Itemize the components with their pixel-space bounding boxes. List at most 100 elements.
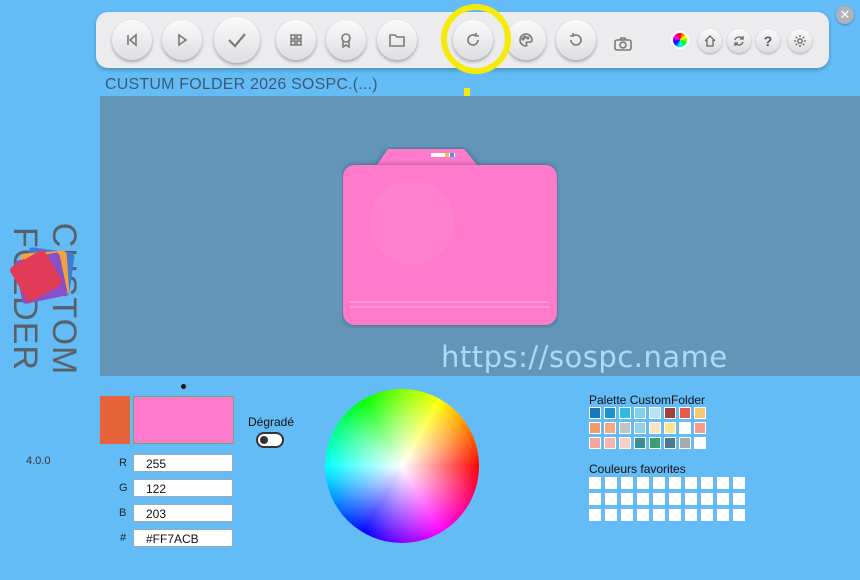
home-button[interactable]	[698, 29, 722, 53]
favorite-swatch[interactable]	[717, 493, 729, 505]
palette-icon	[519, 33, 533, 47]
refresh-button[interactable]	[727, 29, 751, 53]
gradient-label: Dégradé	[248, 415, 295, 429]
help-button[interactable]: ?	[756, 29, 780, 53]
g-label: G	[119, 482, 128, 494]
favorite-swatch[interactable]	[605, 477, 617, 489]
settings-button[interactable]	[788, 29, 812, 53]
palette-swatch[interactable]	[589, 422, 601, 434]
palette-grid	[589, 407, 717, 451]
favorite-swatch[interactable]	[733, 509, 745, 521]
gear-icon	[794, 35, 806, 47]
palette-swatch[interactable]	[604, 422, 616, 434]
palette-swatch[interactable]	[619, 422, 631, 434]
selection-dot	[181, 384, 186, 389]
palette-swatch[interactable]	[649, 437, 661, 449]
version-label: 4.0.0	[26, 455, 51, 467]
favorite-swatch[interactable]	[685, 477, 697, 489]
favorite-swatch[interactable]	[733, 477, 745, 489]
favorite-swatch[interactable]	[669, 509, 681, 521]
palette-swatch[interactable]	[664, 422, 676, 434]
folder-icon	[389, 34, 405, 47]
help-icon: ?	[763, 33, 773, 49]
camera-icon	[614, 36, 632, 51]
palette-swatch[interactable]	[694, 422, 706, 434]
b-input[interactable]: 203	[133, 504, 233, 522]
palette-swatch[interactable]	[649, 407, 661, 419]
favorite-swatch[interactable]	[701, 477, 713, 489]
favorite-swatch[interactable]	[669, 477, 681, 489]
palette-swatch[interactable]	[664, 437, 676, 449]
play-button[interactable]	[162, 20, 202, 60]
favorite-swatch[interactable]	[669, 493, 681, 505]
palette-swatch[interactable]	[664, 407, 676, 419]
old-color-swatch[interactable]	[100, 396, 130, 444]
palette-swatch[interactable]	[649, 422, 661, 434]
palette-swatch[interactable]	[634, 422, 646, 434]
palette-swatch[interactable]	[694, 437, 706, 449]
favorite-swatch[interactable]	[653, 477, 665, 489]
apply-button[interactable]	[214, 17, 260, 63]
palette-swatch[interactable]	[679, 422, 691, 434]
favorite-swatch[interactable]	[701, 493, 713, 505]
undo-icon	[570, 33, 582, 46]
hex-label: #	[120, 532, 127, 544]
palette-swatch[interactable]	[604, 407, 616, 419]
gradient-toggle[interactable]	[256, 432, 284, 448]
palette-swatch[interactable]	[589, 407, 601, 419]
app-logo	[10, 244, 80, 306]
badge-icon	[341, 33, 351, 48]
toggle-knob	[260, 436, 268, 444]
favorite-swatch[interactable]	[717, 477, 729, 489]
favorite-swatch[interactable]	[717, 509, 729, 521]
color-wheel[interactable]	[325, 389, 479, 543]
favorite-swatch[interactable]	[685, 493, 697, 505]
favorites-grid	[589, 477, 749, 523]
highlight-ring	[441, 4, 511, 74]
grid-icon	[290, 34, 302, 46]
palette-swatch[interactable]	[619, 407, 631, 419]
favorite-swatch[interactable]	[589, 509, 601, 521]
play-icon	[178, 33, 188, 47]
skip-back-button[interactable]	[112, 20, 152, 60]
palette-swatch[interactable]	[634, 437, 646, 449]
hex-input[interactable]: #FF7ACB	[133, 529, 233, 547]
undo-button[interactable]	[556, 20, 596, 60]
refresh-icon	[734, 36, 744, 46]
favorite-swatch[interactable]	[621, 509, 633, 521]
favorite-swatch[interactable]	[637, 477, 649, 489]
favorite-swatch[interactable]	[685, 509, 697, 521]
favorite-swatch[interactable]	[653, 509, 665, 521]
favorite-swatch[interactable]	[701, 509, 713, 521]
favorite-swatch[interactable]	[589, 493, 601, 505]
grid-button[interactable]	[276, 20, 316, 60]
palette-swatch[interactable]	[679, 437, 691, 449]
new-color-swatch[interactable]	[133, 396, 234, 444]
favorite-swatch[interactable]	[637, 493, 649, 505]
palette-button[interactable]	[506, 20, 546, 60]
palette-swatch[interactable]	[634, 407, 646, 419]
favorite-swatch[interactable]	[621, 477, 633, 489]
g-input[interactable]: 122	[133, 479, 233, 497]
b-label: B	[119, 507, 127, 519]
palette-title: Palette CustomFolder	[589, 393, 706, 407]
palette-swatch[interactable]	[619, 437, 631, 449]
favorite-swatch[interactable]	[589, 477, 601, 489]
favorite-swatch[interactable]	[605, 493, 617, 505]
palette-swatch[interactable]	[679, 407, 691, 419]
color-wheel-icon[interactable]	[673, 33, 687, 47]
favorite-swatch[interactable]	[653, 493, 665, 505]
palette-swatch[interactable]	[589, 437, 601, 449]
favorite-swatch[interactable]	[621, 493, 633, 505]
camera-button[interactable]	[606, 26, 640, 60]
favorite-swatch[interactable]	[605, 509, 617, 521]
folder-button[interactable]	[377, 20, 417, 60]
favorite-swatch[interactable]	[637, 509, 649, 521]
favorite-swatch[interactable]	[733, 493, 745, 505]
badge-button[interactable]	[326, 20, 366, 60]
close-button[interactable]: ✕	[836, 6, 854, 24]
palette-swatch[interactable]	[604, 437, 616, 449]
check-icon	[228, 33, 246, 48]
palette-swatch[interactable]	[694, 407, 706, 419]
r-input[interactable]: 255	[133, 454, 233, 472]
